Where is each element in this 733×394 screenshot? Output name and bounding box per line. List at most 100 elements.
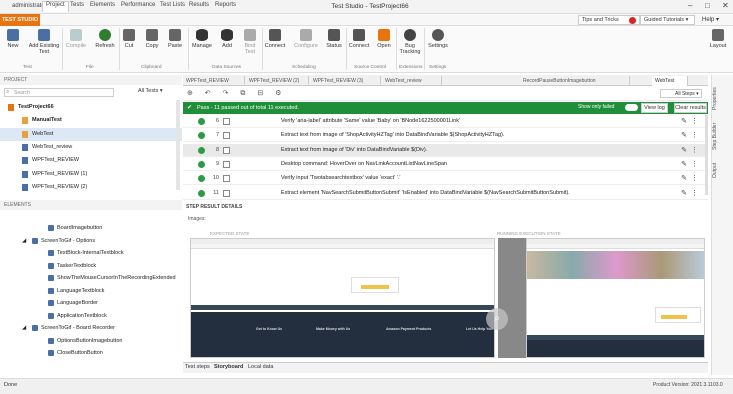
tab-storyboard[interactable]: Storyboard — [214, 364, 243, 370]
element-item[interactable]: ◢ ScreenToGif - Board Recorder — [0, 322, 205, 334]
menu-test-lists[interactable]: Test Lists — [160, 2, 185, 8]
step-row[interactable]: 9 Desktop command: HoverOver on NavLinkAc… — [183, 158, 708, 171]
maximize-button[interactable]: □ — [705, 1, 710, 10]
minimize-button[interactable]: – — [688, 1, 692, 10]
tree-item[interactable]: WPFTest_REVIEW (2) — [0, 181, 182, 194]
tips-and-tricks-button[interactable]: Tips and Tricks — [578, 15, 640, 25]
layout-button[interactable]: Layout — [708, 29, 728, 49]
side-tab-properties[interactable]: Properties — [712, 87, 718, 110]
editor-tab[interactable]: WPFTest_REVIEW — [183, 76, 245, 86]
new-button[interactable]: New — [4, 29, 22, 49]
step-row[interactable]: 8 Extract text from image of 'Div' into D… — [183, 143, 708, 157]
project-scrollbar[interactable] — [176, 100, 180, 190]
expand-arrow-icon[interactable]: ◢ — [22, 322, 26, 334]
add-data-source-button[interactable]: Add — [218, 29, 236, 49]
menu-reports[interactable]: Reports — [215, 2, 236, 8]
step-enable-checkbox[interactable] — [223, 189, 230, 197]
menu-elements[interactable]: Elements — [90, 2, 115, 8]
group-label-file: File — [86, 65, 94, 70]
add-existing-test-button[interactable]: Add Existing Test — [28, 29, 60, 55]
expand-arrow-icon[interactable]: ◢ — [22, 235, 26, 247]
test-studio-logo[interactable]: TEST STUDIO — [0, 14, 40, 26]
element-item[interactable]: BoardImagebutton — [0, 222, 205, 234]
copy-button[interactable]: Copy — [143, 29, 161, 49]
step-toolbar-icons[interactable]: ⊕ ↶ ↷ ⧉ ⊟ ⚙ — [187, 89, 286, 98]
editor-tab[interactable]: WebTest — [652, 76, 688, 86]
step-action-icons[interactable]: ✎⋮ — [681, 144, 702, 157]
guided-tutorials-dropdown[interactable]: Guided Tutorials ▾ — [640, 15, 695, 25]
editor-tab[interactable]: RecordPauseButtonImagebutton — [520, 76, 630, 86]
pass-check-icon — [198, 146, 205, 154]
step-row[interactable]: 10 Verify input 'Twotabsearchtextbox' val… — [183, 172, 708, 186]
side-tab-step-builder[interactable]: Step Builder — [712, 123, 718, 150]
paste-button[interactable]: Paste — [166, 29, 184, 49]
element-item[interactable]: ApplicationTextblock — [0, 310, 205, 322]
menu-results[interactable]: Results — [189, 2, 209, 8]
step-row[interactable]: 6 Verify 'aria-label' attribute 'Same' va… — [183, 115, 708, 128]
element-item[interactable]: CloseButtonButton — [0, 347, 205, 359]
compile-button[interactable]: Compile — [64, 29, 88, 49]
tree-item[interactable]: WPFTest_REVIEW (1) — [0, 168, 182, 181]
image-divider[interactable] — [498, 238, 526, 358]
step-description: Extract text from image of 'ShopActivity… — [281, 132, 505, 139]
step-action-icons[interactable]: ✎⋮ — [681, 187, 702, 200]
editor-tab[interactable]: WPFTest_REVIEW (2) — [246, 76, 309, 86]
element-item[interactable]: ◢ ScreenToGif - Options — [0, 235, 205, 247]
step-action-icons[interactable]: ✎⋮ — [681, 172, 702, 185]
element-item[interactable]: TaskerTextblock — [0, 260, 205, 272]
manage-button[interactable]: Manage — [191, 29, 213, 49]
right-side-panel — [711, 75, 733, 375]
step-row[interactable]: 11 Extract element 'NavSearchSubmitButton… — [183, 187, 708, 200]
element-item[interactable]: OptionsButtonImagebutton — [0, 335, 205, 347]
steps-filter-dropdown[interactable]: All Steps ▾ — [660, 89, 702, 98]
zoom-icon[interactable]: ⌕ — [486, 308, 508, 330]
step-enable-checkbox[interactable] — [223, 146, 230, 154]
element-item[interactable]: TextBlock-InternalTextblock — [0, 247, 205, 259]
cut-button[interactable]: Cut — [121, 29, 137, 49]
bind-test-button[interactable]: Bind Test — [241, 29, 259, 55]
step-enable-checkbox[interactable] — [223, 175, 230, 183]
tree-item[interactable]: WebTest — [0, 127, 182, 141]
menu-tests[interactable]: Tests — [70, 2, 84, 8]
menu-performance[interactable]: Performance — [121, 2, 155, 8]
step-action-icons[interactable]: ✎⋮ — [681, 158, 702, 171]
test-filter-dropdown[interactable]: All Tests ▾ — [138, 88, 163, 94]
step-enable-checkbox[interactable] — [223, 132, 230, 140]
settings-button[interactable]: Settings — [427, 29, 449, 49]
tree-item[interactable]: WPFTest_REVIEW — [0, 154, 182, 167]
steps-scrollbar[interactable] — [705, 115, 708, 195]
help-menu[interactable]: Help ▾ — [702, 16, 719, 23]
view-log-button[interactable]: View log — [641, 103, 668, 113]
step-enable-checkbox[interactable] — [223, 118, 230, 125]
element-item[interactable]: LanguageTextblock — [0, 285, 205, 297]
tree-item[interactable]: WebTest_review — [0, 141, 182, 154]
connect-scheduling-button[interactable]: Connect — [264, 29, 286, 49]
tab-local-data[interactable]: Local data — [248, 364, 273, 370]
status-button[interactable]: Status — [324, 29, 344, 49]
notification-dot-icon — [629, 17, 636, 24]
pass-check-icon — [198, 175, 205, 183]
close-button[interactable]: ✕ — [722, 1, 729, 10]
project-search-input[interactable]: Search — [4, 88, 114, 97]
tree-item[interactable]: ManualTest — [0, 114, 182, 127]
step-enable-checkbox[interactable] — [223, 160, 230, 168]
show-only-failed-toggle[interactable] — [625, 104, 638, 111]
open-button[interactable]: Open — [375, 29, 393, 49]
tab-test-steps[interactable]: Test steps — [185, 364, 210, 370]
tree-item[interactable]: TestProject66 — [0, 101, 182, 114]
step-action-icons[interactable]: ✎⋮ — [681, 129, 702, 142]
element-item[interactable]: LanguageBorder — [0, 297, 205, 309]
step-description: Extract element 'NavSearchSubmitButtonSu… — [281, 189, 570, 196]
editor-tab[interactable]: WPFTest_REVIEW (3) — [310, 76, 381, 86]
step-row[interactable]: 7 Extract text from image of 'ShopActivit… — [183, 129, 708, 143]
side-tab-output[interactable]: Output — [712, 163, 718, 178]
menu-project[interactable]: Project — [42, 1, 69, 12]
editor-tab[interactable]: WebTest_review — [382, 76, 442, 86]
configure-button[interactable]: Configure — [292, 29, 320, 49]
source-connect-button[interactable]: Connect — [348, 29, 370, 49]
refresh-button[interactable]: Refresh — [93, 29, 117, 49]
step-action-icons[interactable]: ✎⋮ — [681, 115, 702, 128]
bug-tracking-button[interactable]: Bug Tracking — [398, 29, 422, 55]
clear-results-button[interactable]: Clear results — [674, 103, 707, 113]
element-item[interactable]: ShowTheMouseCursorInTheRecordingExtended — [0, 272, 205, 284]
